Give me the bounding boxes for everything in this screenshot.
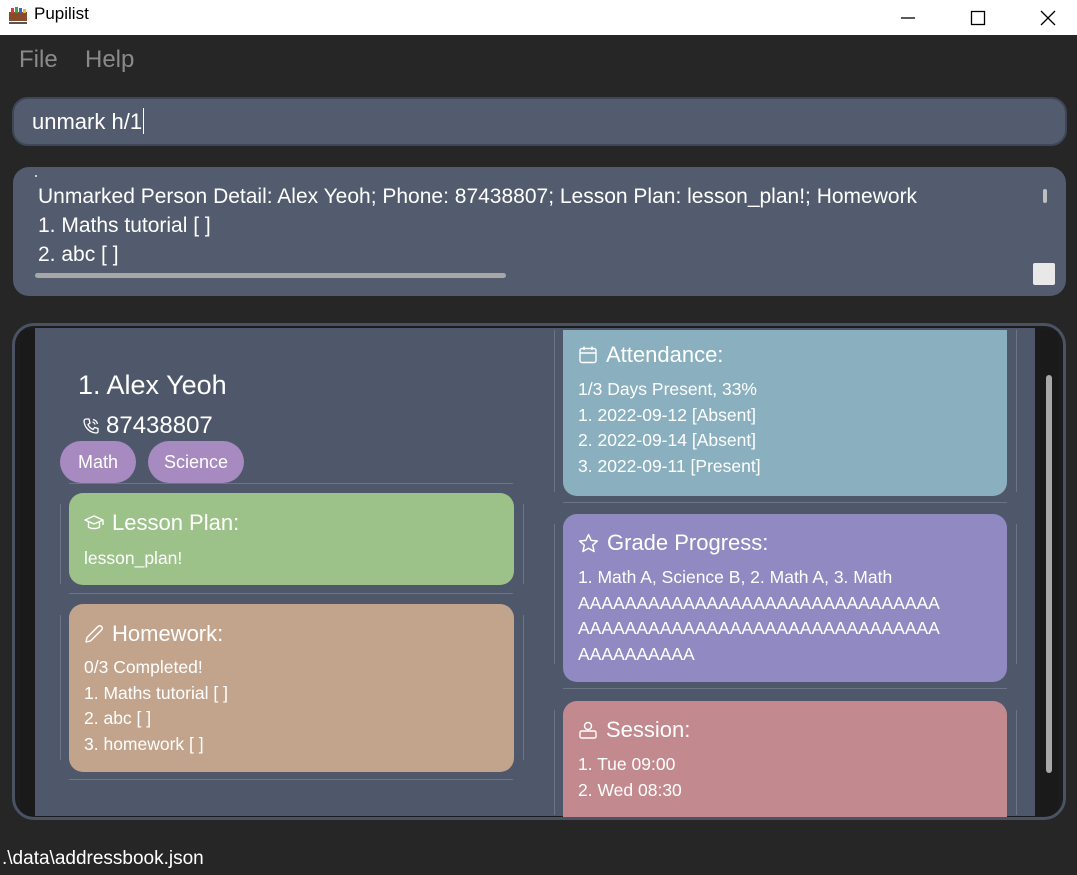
- status-bar: .\data\addressbook.json: [0, 845, 1077, 875]
- result-display[interactable]: Unmarked Person Detail: Alex Yeoh; Phone…: [13, 167, 1066, 296]
- divider: [69, 483, 513, 484]
- menu-file[interactable]: File: [19, 46, 58, 74]
- lesson-plan-body: lesson_plan!: [84, 548, 183, 568]
- grade-progress-card: Grade Progress: 1. Math A, Science B, 2.…: [563, 514, 1007, 682]
- homework-card: Homework: 0/3 Completed! 1. Maths tutori…: [69, 604, 514, 772]
- person-name: 1. Alex Yeoh: [78, 370, 227, 400]
- close-button[interactable]: [1013, 0, 1077, 35]
- list-left-edge: [20, 330, 35, 816]
- session-label: Session:: [606, 717, 691, 742]
- title-bar: Pupilist: [0, 0, 1077, 35]
- star-icon: [578, 533, 599, 552]
- calendar-icon: [579, 346, 597, 364]
- menu-help[interactable]: Help: [85, 46, 134, 74]
- text-caret: [143, 108, 145, 134]
- minimize-button[interactable]: [873, 0, 943, 35]
- command-text: unmark h/1: [32, 109, 143, 134]
- divider: [554, 330, 555, 492]
- person-card[interactable]: 1. Alex Yeoh 87438807 Math Science Lesso…: [35, 328, 1035, 817]
- result-marker: [35, 175, 37, 177]
- lesson-plan-label: Lesson Plan:: [112, 510, 240, 535]
- list-scrollbar-thumb[interactable]: [1046, 375, 1052, 773]
- grade-progress-title: Grade Progress:: [578, 530, 768, 556]
- result-line: 1. Maths tutorial [ ]: [38, 214, 211, 237]
- close-icon: [1040, 10, 1056, 25]
- divider: [563, 502, 1007, 503]
- grade-progress-label: Grade Progress:: [607, 530, 769, 555]
- divider: [554, 524, 555, 664]
- command-input[interactable]: unmark h/1: [32, 108, 145, 135]
- grade-progress-body: 1. Math A, Science B, 2. Math A, 3. Math…: [578, 567, 940, 664]
- lesson-plan-card: Lesson Plan: lesson_plan!: [69, 493, 514, 585]
- divider: [554, 710, 555, 815]
- phone-icon: [83, 418, 99, 434]
- attendance-body: 1/3 Days Present, 33% 1. 2022-09-12 [Abs…: [578, 379, 761, 476]
- result-vertical-scrollbar[interactable]: [1043, 189, 1047, 203]
- minimize-icon: [901, 16, 915, 19]
- phone-number: 87438807: [106, 412, 213, 439]
- session-body: 1. Tue 09:00 2. Wed 08:30: [578, 754, 682, 800]
- command-box[interactable]: unmark h/1: [12, 97, 1067, 146]
- homework-body: 0/3 Completed! 1. Maths tutorial [ ] 2. …: [84, 657, 228, 754]
- divider: [60, 615, 61, 760]
- result-line: Unmarked Person Detail: Alex Yeoh; Phone…: [38, 185, 918, 208]
- homework-title: Homework:: [84, 621, 223, 647]
- maximize-icon: [970, 10, 986, 25]
- session-icon: [579, 721, 597, 739]
- divider: [1016, 710, 1017, 815]
- divider: [523, 504, 524, 584]
- divider: [69, 593, 513, 594]
- session-title: Session:: [578, 717, 690, 743]
- graduation-cap-icon: [84, 515, 104, 530]
- attendance-title: Attendance:: [578, 342, 723, 368]
- divider: [1016, 524, 1017, 664]
- result-line: 2. abc [ ]: [38, 243, 119, 266]
- tag-science: Science: [148, 441, 244, 483]
- pencil-icon: [85, 625, 103, 643]
- window-title: Pupilist: [34, 4, 89, 23]
- result-text: Unmarked Person Detail: Alex Yeoh; Phone…: [38, 182, 1038, 269]
- scroll-corner: [1033, 263, 1055, 285]
- maximize-button[interactable]: [943, 0, 1013, 35]
- result-horizontal-scrollbar[interactable]: [35, 273, 506, 278]
- person-phone: 87438807: [82, 412, 213, 440]
- session-card: Session: 1. Tue 09:00 2. Wed 08:30: [563, 701, 1007, 817]
- divider: [1016, 330, 1017, 492]
- divider: [563, 688, 1007, 689]
- divider: [60, 504, 61, 584]
- app-logo-icon: [9, 7, 27, 24]
- lesson-plan-title: Lesson Plan:: [84, 510, 239, 536]
- homework-label: Homework:: [112, 621, 224, 646]
- menu-bar: File Help: [0, 35, 1077, 85]
- attendance-card: Attendance: 1/3 Days Present, 33% 1. 202…: [563, 330, 1007, 496]
- divider: [69, 779, 513, 780]
- person-list-panel: 1. Alex Yeoh 87438807 Math Science Lesso…: [12, 323, 1066, 820]
- tag-math: Math: [60, 441, 136, 483]
- save-file-path: .\data\addressbook.json: [2, 848, 204, 869]
- divider: [523, 615, 524, 760]
- attendance-label: Attendance:: [606, 342, 724, 367]
